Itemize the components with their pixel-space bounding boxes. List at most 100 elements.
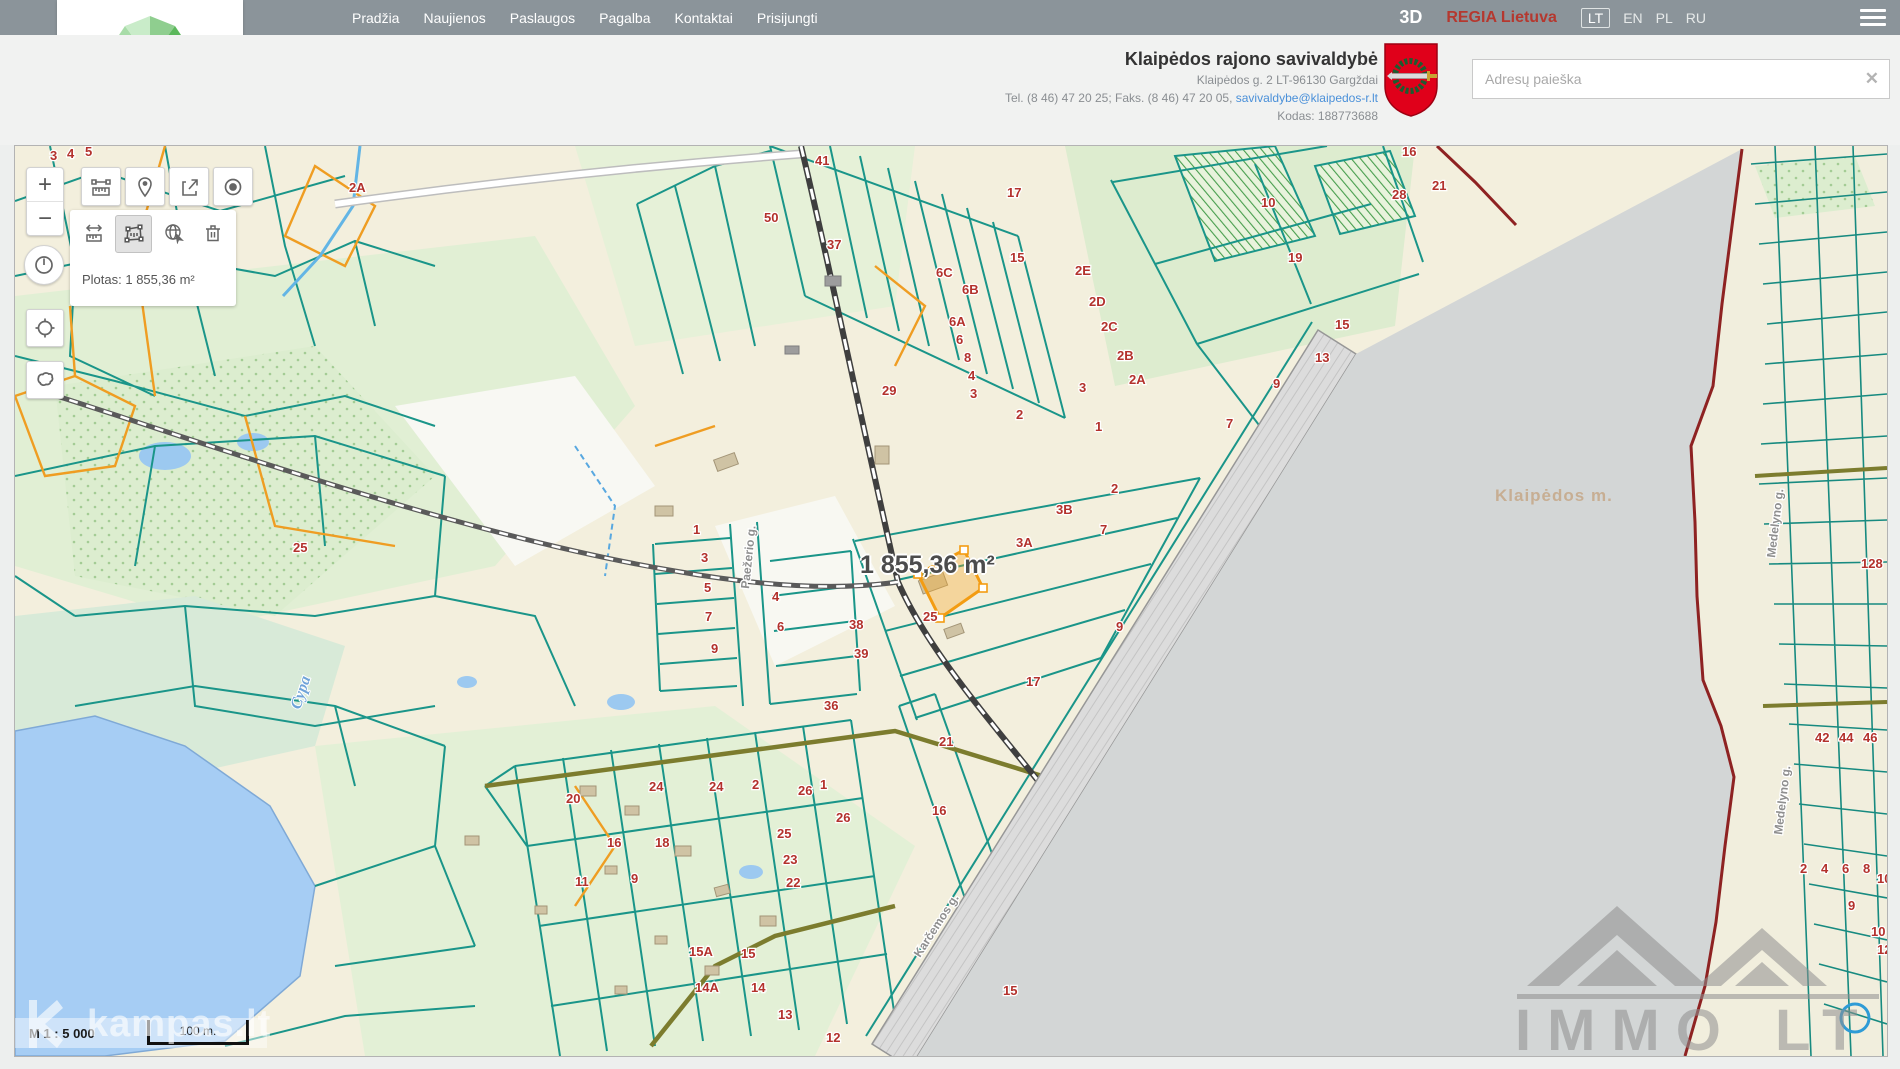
parcel-number: 2 [752, 777, 759, 792]
locate-me-button[interactable] [26, 309, 64, 347]
map-canvas[interactable]: 3452A41503717156C6B2E2D2C2B2A6A684329211… [14, 145, 1888, 1057]
parcel-number: 26 [798, 783, 812, 798]
regia-lietuva-link[interactable]: REGIA Lietuva [1446, 9, 1557, 27]
parcel-number: 15 [1010, 250, 1024, 265]
municipality-phones: Tel. (8 46) 47 20 25; Faks. (8 46) 47 20… [1005, 91, 1236, 105]
parcel-number: 24 [649, 779, 664, 794]
parcel-number: 3 [701, 550, 708, 565]
parcel-number: 15 [1003, 983, 1017, 998]
parcel-number: 6 [956, 332, 963, 347]
hamburger-menu-icon[interactable] [1860, 5, 1886, 30]
lang-pl[interactable]: PL [1656, 10, 1673, 26]
parcel-number: 1 [1095, 419, 1102, 434]
parcel-number: 16 [607, 835, 621, 850]
main-menu: Pradžia Naujienos Paslaugos Pagalba Kont… [352, 0, 818, 35]
parcel-number: 10 [1871, 924, 1885, 939]
export-share-tool-button[interactable] [169, 167, 209, 206]
lang-ru[interactable]: RU [1686, 10, 1706, 26]
municipality-email-link[interactable]: savivaldybe@klaipedos-r.lt [1236, 91, 1378, 105]
parcel-number: 20 [566, 791, 580, 806]
parcel-number: 2A [349, 180, 366, 195]
parcel-number: 4 [968, 368, 976, 383]
area-measurement-label: 1 855,36 m² [860, 551, 995, 580]
measure-length-tool-button[interactable] [81, 167, 121, 206]
identify-point-tool-button[interactable] [213, 167, 253, 206]
parcel-number: 128 [1861, 556, 1883, 571]
parcel-number: 26 [836, 810, 850, 825]
history-clock-button[interactable] [24, 245, 64, 285]
parcel-number: 24 [709, 779, 724, 794]
measure-on-globe-button[interactable] [156, 215, 191, 251]
3d-mode-button[interactable]: 3D [1399, 7, 1422, 28]
parcel-number: 25 [293, 540, 307, 555]
search-clear-icon[interactable]: ✕ [1855, 69, 1889, 89]
map-graphics: 3452A41503717156C6B2E2D2C2B2A6A684329211… [15, 146, 1887, 1056]
zoom-out-button[interactable]: − [27, 202, 63, 235]
municipality-info: Klaipėdos rajono savivaldybė Klaipėdos g… [1005, 49, 1378, 124]
parcel-number: 5 [85, 146, 92, 159]
parcel-number: 23 [783, 852, 797, 867]
parcel-number: 28 [1392, 187, 1406, 202]
clear-measurement-button[interactable] [195, 215, 230, 251]
lang-lt[interactable]: LT [1581, 8, 1610, 28]
parcel-number: 15A [689, 944, 713, 959]
nav-item-prisijungti[interactable]: Prisijungti [757, 10, 818, 26]
parcel-number: 10 [1877, 871, 1887, 886]
export-icon [178, 176, 200, 198]
parcel-number: 6 [1842, 861, 1849, 876]
parcel-number: 42 [1815, 730, 1829, 745]
municipality-address: Klaipėdos g. 2 LT-96130 Gargždai [1005, 73, 1378, 88]
lang-en[interactable]: EN [1623, 10, 1642, 26]
parcel-number: 4 [772, 589, 780, 604]
measure-panel: Plotas: 1 855,36 m² [70, 210, 236, 306]
parcel-number: 44 [1839, 730, 1854, 745]
nav-item-pradzia[interactable]: Pradžia [352, 10, 399, 26]
parcel-number: 14 [751, 980, 766, 995]
parcel-number: 3B [1056, 502, 1073, 517]
map-pin-icon [134, 176, 156, 198]
measure-distance-button[interactable] [76, 215, 111, 251]
nav-item-paslaugos[interactable]: Paslaugos [510, 10, 575, 26]
zoom-in-button[interactable]: + [27, 168, 63, 202]
header: Klaipėdos rajono savivaldybė Klaipėdos g… [0, 35, 1900, 145]
parcel-number: 11 [575, 874, 589, 889]
parcel-number: 15 [741, 946, 755, 961]
parcel-number: 21 [1432, 178, 1446, 193]
address-search-input[interactable] [1473, 71, 1855, 87]
coat-of-arms [1383, 42, 1439, 123]
parcel-number: 46 [1863, 730, 1877, 745]
scale-bar-label: 100 m. [180, 1024, 217, 1038]
ruler-icon [90, 176, 112, 198]
parcel-number: 22 [786, 875, 800, 890]
neighbor-region-label: Klaipėdos m. [1495, 486, 1613, 506]
parcel-number: 9 [1273, 376, 1280, 391]
full-extent-lithuania-button[interactable] [26, 361, 64, 399]
parcel-number: 14A [695, 980, 719, 995]
top-nav-bar: Pradžia Naujienos Paslaugos Pagalba Kont… [0, 0, 1900, 35]
lithuania-outline-icon [33, 368, 57, 392]
parcel-number: 25 [777, 826, 791, 841]
nav-item-pagalba[interactable]: Pagalba [599, 10, 650, 26]
parcel-number: 17 [1026, 674, 1040, 689]
globe-pointer-icon [163, 222, 185, 244]
parcel-number: 6A [949, 314, 966, 329]
parcel-number: 3 [1079, 380, 1086, 395]
distance-measure-icon [83, 222, 105, 244]
measure-area-button[interactable] [115, 215, 152, 253]
parcel-number: 2 [1800, 861, 1807, 876]
parcel-number: 2A [1129, 372, 1146, 387]
parcel-number: 38 [849, 617, 863, 632]
nav-item-kontaktai[interactable]: Kontaktai [675, 10, 733, 26]
add-marker-tool-button[interactable] [125, 167, 165, 206]
zoom-control: + − [26, 167, 64, 236]
record-circle-icon [222, 176, 244, 198]
language-switcher: LT EN PL RU [1581, 8, 1706, 28]
parcel-number: 2E [1075, 263, 1091, 278]
parcel-number: 8 [1863, 861, 1870, 876]
parcel-number: 12 [1877, 942, 1887, 957]
parcel-number: 9 [1848, 898, 1855, 913]
parcel-number: 19 [1288, 250, 1302, 265]
address-search-box: ✕ [1472, 59, 1890, 99]
nav-item-naujienos[interactable]: Naujienos [423, 10, 485, 26]
parcel-number: 6 [777, 619, 784, 634]
